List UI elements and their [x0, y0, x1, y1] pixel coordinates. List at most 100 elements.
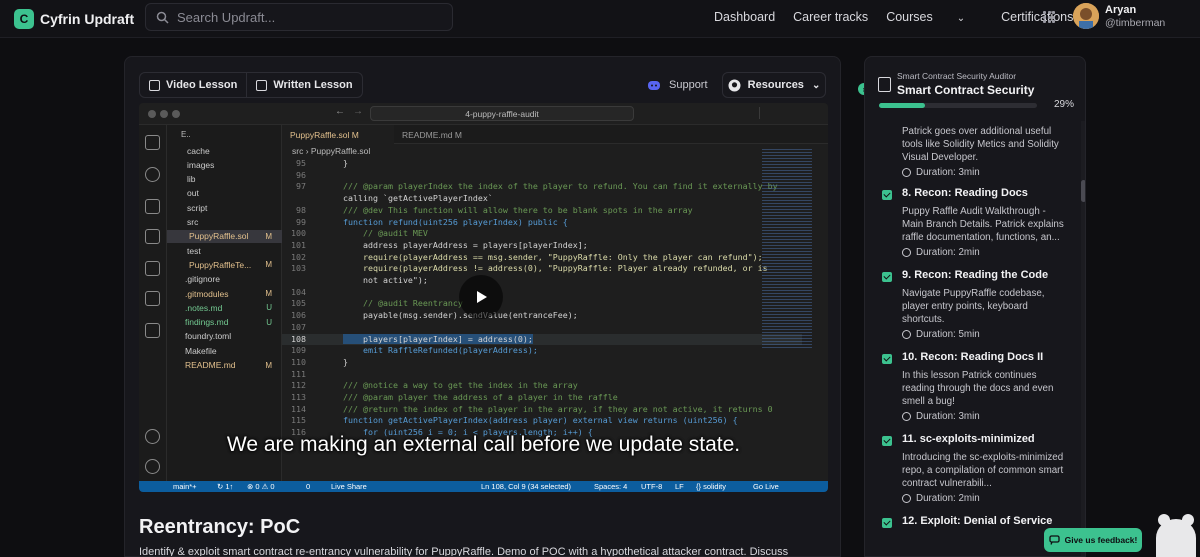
- explorer-item[interactable]: findings.md U: [167, 316, 282, 329]
- explorer-item-name: script: [187, 202, 208, 213]
- support-link[interactable]: Support: [647, 79, 708, 91]
- editor-tab-readme-label: README.md M: [402, 129, 462, 140]
- explorer-item[interactable]: PuppyRaffle.sol M: [167, 229, 282, 243]
- code-line: 110}: [282, 357, 802, 369]
- code-line: 96: [282, 170, 802, 182]
- course-sidebar: Smart Contract Security Auditor Smart Co…: [864, 56, 1086, 557]
- code-text: players[playerIndex] = address(0);: [343, 333, 533, 344]
- lesson-item-title[interactable]: 10. Recon: Reading Docs II: [902, 351, 1043, 363]
- sidebar-scroll-thumb[interactable]: [1081, 180, 1085, 202]
- lesson-item-duration: Duration: 3min: [902, 411, 980, 422]
- duration-text: Duration: 2min: [916, 247, 980, 258]
- top-nav: C Cyfrin Updraft Search Updraft... Dashb…: [0, 0, 1200, 38]
- nav-link-career-tracks[interactable]: Career tracks: [793, 10, 868, 24]
- code-line: 115 function getActivePlayerIndex(address…: [282, 415, 802, 427]
- resources-button[interactable]: Resources ⌄: [722, 72, 826, 98]
- minimap: [762, 149, 812, 349]
- code-text: /// @param player the address of a playe…: [343, 392, 618, 402]
- tab-written-lesson[interactable]: Written Lesson: [246, 73, 361, 97]
- code-text: // @audit Reentrancy: [343, 298, 463, 309]
- code-line: 99 function refund(uint256 playerIndex) p…: [282, 217, 802, 229]
- lesson-item-title[interactable]: 9. Recon: Reading the Code: [902, 269, 1048, 281]
- code-line: 98 /// @dev This function will allow ther…: [282, 205, 802, 217]
- play-icon: [477, 291, 487, 303]
- explorer-item[interactable]: Makefile: [167, 344, 282, 357]
- lesson-item-title[interactable]: 12. Exploit: Denial of Service: [902, 515, 1052, 527]
- clock-icon: [902, 494, 911, 503]
- explorer-item[interactable]: src: [167, 216, 282, 229]
- apps-grid-icon[interactable]: [1043, 11, 1055, 23]
- explorer-item[interactable]: out: [167, 187, 282, 200]
- code-text: /// @param playerIndex the index of the …: [343, 181, 778, 192]
- explorer-item[interactable]: README.md M: [167, 359, 282, 372]
- explorer-item-name: src: [187, 217, 199, 227]
- explorer-item[interactable]: script: [167, 201, 282, 214]
- lesson-item-duration: Duration: 3min: [902, 167, 980, 178]
- tab-written-lesson-label: Written Lesson: [273, 79, 353, 91]
- lesson-item-duration: Duration: 2min: [902, 493, 980, 504]
- code-text: /// @return the index of the player in t…: [343, 403, 773, 414]
- breadcrumb: src › PuppyRaffle.sol: [292, 146, 371, 156]
- lesson-item-title[interactable]: 8. Recon: Reading Docs: [902, 187, 1028, 199]
- code-text: // @audit MEV: [343, 228, 428, 239]
- search-input[interactable]: Search Updraft...: [145, 3, 453, 31]
- explorer-item[interactable]: .notes.md U: [167, 301, 282, 314]
- line-number: 98: [296, 204, 306, 215]
- search-icon: [145, 167, 160, 182]
- status-ports: 0: [306, 482, 311, 491]
- code-text: require(playerAddress != address(0), "Pu…: [343, 263, 768, 274]
- line-number: 95: [296, 158, 306, 168]
- tab-video-lesson[interactable]: Video Lesson: [140, 73, 246, 97]
- explorer-item[interactable]: foundry.toml: [167, 330, 282, 343]
- play-button[interactable]: [459, 275, 503, 319]
- lesson-description: Identify & exploit smart contract re-ent…: [139, 546, 789, 557]
- vscode-editor: PuppyRaffle.sol M README.md M src › Pupp…: [282, 125, 828, 481]
- clock-icon: [902, 168, 911, 177]
- brand-name: Cyfrin Updraft: [40, 10, 135, 27]
- line-number: 114: [291, 403, 306, 414]
- explorer-item[interactable]: cache: [167, 144, 282, 157]
- explorer-item[interactable]: lib: [167, 173, 282, 186]
- nav-link-certifications[interactable]: Certifications: [1001, 10, 1073, 24]
- user-name: Aryan: [1105, 4, 1137, 16]
- line-number: 115: [291, 415, 306, 426]
- video-player[interactable]: ← → 4-puppy-raffle-audit E.. cache images…: [139, 103, 828, 492]
- support-label: Support: [669, 79, 708, 91]
- brand-logo[interactable]: C Cyfrin Updraft: [14, 8, 144, 29]
- code-line: 95}: [282, 158, 802, 170]
- discord-icon: [648, 80, 660, 90]
- lesson-item-duration: Duration: 5min: [902, 329, 980, 340]
- code-line: 103 require(playerAddress != address(0),…: [282, 263, 802, 275]
- explorer-item[interactable]: .gitmodules M: [167, 287, 282, 300]
- tab-video-lesson-label: Video Lesson: [166, 79, 238, 91]
- code-line: 114 /// @return the index of the player i…: [282, 404, 802, 416]
- explorer-item[interactable]: images: [167, 158, 282, 171]
- feedback-label: Give us feedback!: [1064, 535, 1138, 545]
- nav-link-courses-label: Courses: [886, 10, 933, 24]
- nav-link-dashboard[interactable]: Dashboard: [714, 10, 775, 24]
- lesson-tabs: Video Lesson Written Lesson: [139, 72, 363, 98]
- extensions-icon: [145, 199, 160, 214]
- duration-text: Duration: 2min: [916, 493, 980, 504]
- mascot-bear-icon[interactable]: [1156, 514, 1196, 557]
- status-problems: ⊗ 0 ⚠ 0: [247, 482, 275, 491]
- feedback-button[interactable]: Give us feedback!: [1044, 528, 1142, 552]
- avatar[interactable]: [1073, 3, 1099, 29]
- line-number: 96: [296, 169, 306, 180]
- line-number: 102: [291, 251, 306, 262]
- vscode-explorer: E.. cache images lib out script src PuppyRaffl…: [167, 125, 282, 481]
- explorer-item[interactable]: PuppyRaffleTe... M: [167, 258, 282, 271]
- lesson-item-title[interactable]: 11. sc-exploits-minimized: [902, 433, 1035, 445]
- line-number: 104: [291, 286, 306, 297]
- search-icon: [156, 11, 169, 24]
- lesson-item-duration: Duration: 2min: [902, 247, 980, 258]
- explorer-item[interactable]: test: [167, 244, 282, 257]
- nav-link-courses[interactable]: Courses ⌄: [886, 10, 983, 24]
- vscode-search-text: 4-puppy-raffle-audit: [465, 108, 539, 119]
- course-label: Smart Contract Security Auditor: [897, 71, 1017, 81]
- code-line: 112 /// @notice a way to get the index in…: [282, 380, 802, 392]
- line-number: 113: [291, 392, 306, 402]
- explorer-item-name: foundry.toml: [185, 331, 232, 342]
- explorer-item[interactable]: .gitignore: [167, 273, 282, 286]
- code-line: 108 players[playerIndex] = address(0);: [282, 333, 802, 346]
